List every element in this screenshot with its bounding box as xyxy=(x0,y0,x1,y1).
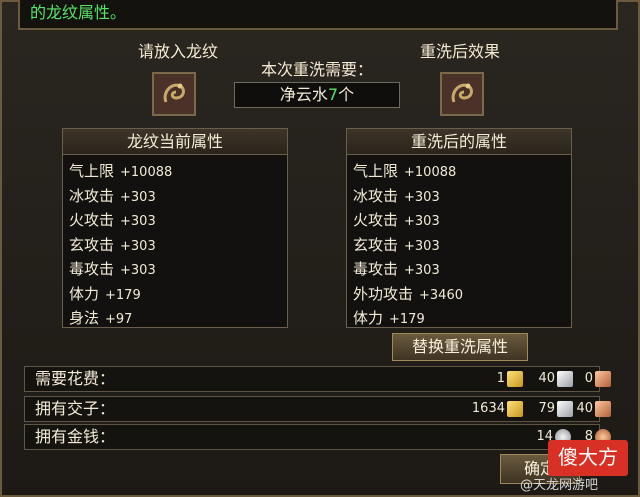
jiaozi-gold-amount: 1634 xyxy=(471,401,505,416)
jiaozi-copper-amount: 40 xyxy=(576,401,593,416)
list-item: 体力 +179 xyxy=(347,306,571,331)
attr-value: +303 xyxy=(404,263,440,278)
attr-value: +303 xyxy=(404,238,440,254)
description-text: 的龙纹属性。 xyxy=(18,0,618,30)
copper-ingot-icon xyxy=(595,371,611,387)
money-row: 拥有金钱： 14 8 xyxy=(24,424,611,450)
attr-name: 冰攻击 xyxy=(353,186,399,205)
attr-value: +303 xyxy=(404,189,440,205)
cost-row: 需要花费： 1 40 0 xyxy=(24,366,611,392)
cost-gold-amount: 1 xyxy=(496,371,505,386)
list-item: 火攻击 +303 xyxy=(347,208,571,233)
after-attributes-title: 重洗后的属性 xyxy=(347,129,571,155)
attr-name: 身法 xyxy=(69,309,100,327)
copper-ingot-icon xyxy=(595,401,611,417)
list-item: 玄攻击 +303 xyxy=(347,233,571,258)
list-item: 火攻击 +303 xyxy=(63,208,287,233)
required-item-name: 净云水 xyxy=(279,85,328,104)
required-item-box: 净云水7个 xyxy=(234,82,400,108)
cost-caption: 本次重洗需要： xyxy=(260,60,373,79)
current-attributes-list: 气上限 +10088 冰攻击 +303 火攻击 +303 玄攻击 +303 毒攻击 +30… xyxy=(63,159,287,331)
attr-value: +179 xyxy=(105,287,141,303)
cost-label: 需要花费： xyxy=(35,369,116,388)
attr-name: 毒攻击 xyxy=(69,260,115,278)
money-label: 拥有金钱： xyxy=(35,427,116,446)
dragon-pattern-icon xyxy=(442,74,482,114)
current-attributes-title: 龙纹当前属性 xyxy=(63,129,287,155)
list-item: 冰攻击 +303 xyxy=(347,184,571,209)
required-item-unit: 个 xyxy=(338,85,355,104)
attr-name: 体力 xyxy=(353,309,384,327)
replace-attributes-button[interactable]: 替换重洗属性 xyxy=(392,333,528,361)
attr-value: +10088 xyxy=(120,165,173,180)
list-item: 毒攻击 +303 xyxy=(63,257,287,282)
attr-name: 火攻击 xyxy=(69,211,115,229)
cost-silver-amount: 40 xyxy=(538,371,555,386)
attr-name: 冰攻击 xyxy=(69,186,115,205)
list-item: 体力 +179 xyxy=(63,282,287,307)
attr-name: 火攻击 xyxy=(353,211,399,229)
attr-name: 气上限 xyxy=(69,162,115,180)
jiaozi-row: 拥有交子： 1634 79 40 xyxy=(24,396,611,422)
jiaozi-silver-amount: 79 xyxy=(538,401,555,416)
result-pattern-slot xyxy=(440,72,484,116)
attr-name: 玄攻击 xyxy=(69,235,115,254)
attr-value: +303 xyxy=(120,189,156,205)
attr-name: 气上限 xyxy=(353,162,399,180)
watermark-logo: 傻大方 xyxy=(548,440,628,476)
attr-name: 玄攻击 xyxy=(353,235,399,254)
attr-value: +10088 xyxy=(404,165,457,180)
attr-name: 外功攻击 xyxy=(353,284,414,303)
attr-name: 体力 xyxy=(69,284,100,303)
watermark-caption: @天龙网游吧 xyxy=(520,478,599,493)
list-item: 玄攻击 +303 xyxy=(63,233,287,258)
list-item: 身法 +97 xyxy=(63,306,287,331)
right-slot-caption: 重洗后效果 xyxy=(419,42,500,61)
list-item: 冰攻击 +303 xyxy=(63,184,287,209)
attr-value: +303 xyxy=(120,263,156,278)
cost-copper-amount: 0 xyxy=(584,371,593,386)
attr-value: +179 xyxy=(389,312,425,327)
left-slot-caption: 请放入龙纹 xyxy=(137,42,218,61)
list-item: 外功攻击 +3460 xyxy=(347,282,571,307)
attr-name: 毒攻击 xyxy=(353,260,399,278)
list-item: 气上限 +10088 xyxy=(63,159,287,184)
money-silver-amount: 14 xyxy=(536,429,553,444)
dragon-pattern-slot[interactable] xyxy=(152,72,196,116)
current-attributes-panel: 龙纹当前属性 气上限 +10088 冰攻击 +303 火攻击 +303 玄攻击 +303… xyxy=(62,128,288,328)
attr-value: +97 xyxy=(105,312,133,327)
attr-value: +303 xyxy=(404,214,440,229)
attr-value: +303 xyxy=(120,214,156,229)
after-attributes-list: 气上限 +10088 冰攻击 +303 火攻击 +303 玄攻击 +303 毒攻击 +30… xyxy=(347,159,571,331)
jiaozi-label: 拥有交子： xyxy=(35,399,116,418)
dragon-pattern-icon xyxy=(154,74,194,114)
required-item-qty: 7 xyxy=(327,85,339,104)
list-item: 气上限 +10088 xyxy=(347,159,571,184)
attr-value: +3460 xyxy=(419,287,463,303)
attr-value: +303 xyxy=(120,238,156,254)
after-attributes-panel: 重洗后的属性 气上限 +10088 冰攻击 +303 火攻击 +303 玄攻击 +303… xyxy=(346,128,572,328)
list-item: 毒攻击 +303 xyxy=(347,257,571,282)
